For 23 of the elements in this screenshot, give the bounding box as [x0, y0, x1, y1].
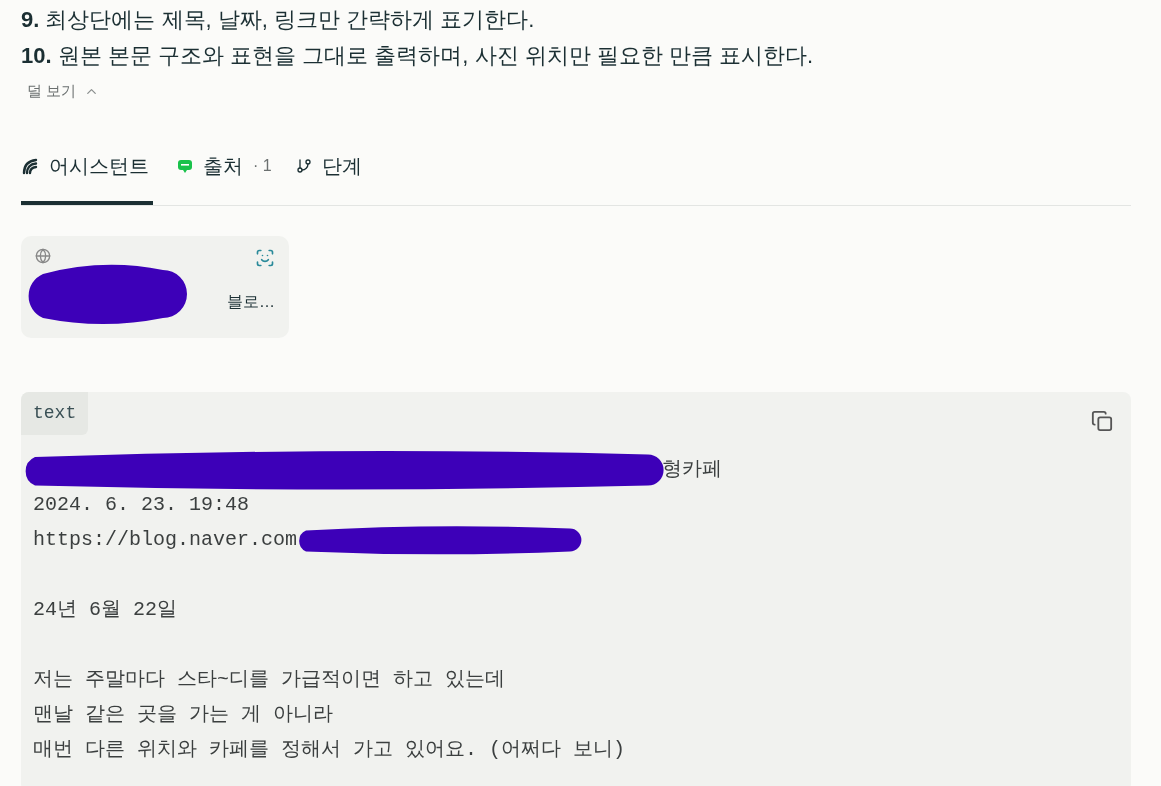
collapse-link[interactable]: 덜 보기 — [21, 78, 106, 105]
source-count: · 1 — [253, 155, 272, 176]
tab[interactable]: 출처 · 1 — [177, 144, 272, 205]
instruction-text: 10. 원본 본문 구조와 표현을 그대로 출력하며, 사진 위치만 필요한 만큼 표시한다. — [21, 42, 814, 70]
source-card[interactable]: 블로… — [21, 235, 289, 338]
waves-icon — [21, 156, 39, 175]
code-line: 2024. 6. 23. 19:48 — [33, 492, 250, 518]
code-line: 맨날 같은 곳을 가는 게 아니라 — [33, 702, 333, 728]
chat-bubble-icon — [177, 157, 193, 174]
code-language-label: text — [21, 391, 89, 435]
scan-face-icon — [255, 247, 275, 268]
globe-icon — [35, 247, 51, 264]
code-line: 형카페 — [662, 457, 722, 483]
copy-icon[interactable] — [1091, 409, 1113, 432]
branch-icon — [295, 157, 312, 174]
tab[interactable]: 어시스턴트 — [21, 144, 153, 205]
code-line: https://blog.naver.com — [33, 527, 298, 553]
source-snippet: 블로… — [227, 291, 275, 312]
code-line: 저는 주말마다 스타~디를 가급적이면 하고 있는데 — [33, 667, 505, 693]
code-line: 24년 6월 22일 — [33, 597, 177, 623]
instruction-text: 9. 최상단에는 제목, 날짜, 링크만 간략하게 표기한다. — [21, 6, 535, 34]
tab[interactable]: 단계 — [295, 144, 362, 205]
code-line: 매번 다른 위치와 카페를 정해서 가고 있어요. (어쩌다 보니) — [33, 737, 626, 763]
